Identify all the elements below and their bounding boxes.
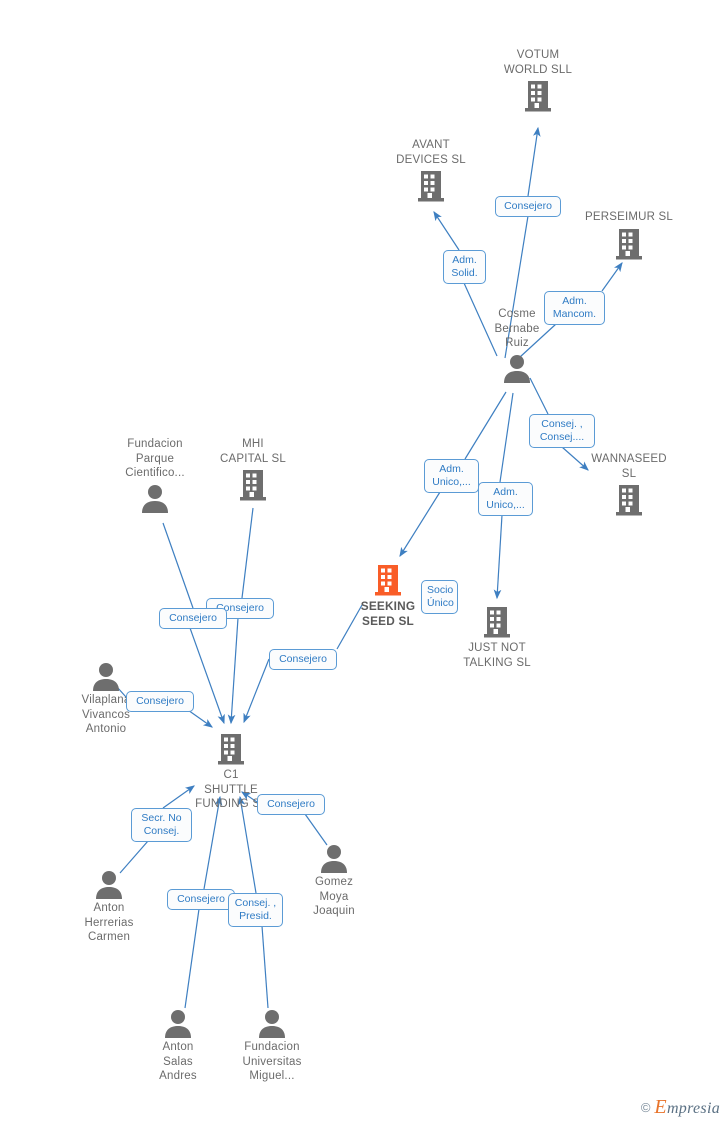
brand-initial: E bbox=[654, 1096, 667, 1118]
node-label: Fundacion Parque Cientifico... bbox=[125, 438, 185, 479]
node-label: VOTUM WORLD SLL bbox=[503, 49, 573, 76]
node-label: Anton Salas Andres bbox=[159, 1041, 197, 1082]
node-label: Gomez Moya Joaquin bbox=[313, 876, 355, 917]
building-icon-highlighted bbox=[374, 563, 402, 597]
person-icon bbox=[163, 1008, 193, 1038]
node-label: Anton Herrerias Carmen bbox=[84, 902, 134, 943]
brand-name: Empresia bbox=[654, 1096, 720, 1119]
edge-badge-consejero-gomez[interactable]: Consejero bbox=[257, 794, 325, 815]
person-icon bbox=[257, 1008, 287, 1038]
edge-badge-consejero-votum[interactable]: Consejero bbox=[495, 196, 561, 217]
person-icon bbox=[94, 869, 124, 899]
building-icon bbox=[239, 468, 267, 502]
node-person-gomez-moya-joaquin[interactable]: Gomez Moya Joaquin bbox=[274, 843, 394, 919]
building-icon bbox=[217, 732, 245, 766]
node-company-votum[interactable]: VOTUM WORLD SLL bbox=[478, 48, 598, 113]
edge-badge-adm-unico-justnot[interactable]: Adm. Unico,... bbox=[478, 482, 533, 516]
node-label: MHI CAPITAL SL bbox=[220, 438, 286, 465]
edge-badge-adm-unico-seeking[interactable]: Adm. Unico,... bbox=[424, 459, 479, 493]
node-label: SEEKING SEED SL bbox=[360, 599, 416, 628]
brand-rest: mpresia bbox=[666, 1100, 720, 1117]
edge-badge-consejero-vilaplana[interactable]: Consejero bbox=[126, 691, 194, 712]
node-label: AVANT DEVICES SL bbox=[396, 139, 466, 166]
node-label: WANNASEED SL bbox=[591, 453, 667, 480]
node-label: JUST NOT TALKING SL bbox=[463, 642, 531, 669]
edge-badge-consej-consej[interactable]: Consej. , Consej.... bbox=[529, 414, 595, 448]
copyright-icon: © bbox=[640, 1100, 651, 1115]
person-icon bbox=[502, 353, 532, 383]
node-company-perseimur[interactable]: PERSEIMUR SL bbox=[569, 210, 689, 261]
node-company-mhi-capital[interactable]: MHI CAPITAL SL bbox=[193, 437, 313, 502]
person-icon bbox=[140, 483, 170, 513]
edge-badge-consejero-fundacion-parque[interactable]: Consejero bbox=[159, 608, 227, 629]
edge-badge-consejero-seeking-seed[interactable]: Consejero bbox=[269, 649, 337, 670]
building-icon bbox=[615, 483, 643, 517]
node-label: Fundacion Universitas Miguel... bbox=[242, 1041, 302, 1082]
person-icon bbox=[91, 661, 121, 691]
edge-badge-consejero-anton-salas[interactable]: Consejero bbox=[167, 889, 235, 910]
edge-badge-adm-mancom[interactable]: Adm. Mancom. bbox=[544, 291, 605, 325]
node-label: PERSEIMUR SL bbox=[584, 211, 674, 223]
watermark-empresia: © Empresia bbox=[641, 1096, 720, 1119]
edge-badge-adm-solid[interactable]: Adm. Solid. bbox=[443, 250, 486, 284]
node-label: Vilaplana Vivancos Antonio bbox=[81, 694, 131, 735]
edge-badge-consej-presid[interactable]: Consej. , Presid. bbox=[228, 893, 283, 927]
relationship-graph: VOTUM WORLD SLL AVANT DEVICES SL PERSEIM… bbox=[0, 0, 728, 1125]
edge-badge-secr-no-consej[interactable]: Secr. No Consej. bbox=[131, 808, 192, 842]
node-label: Cosme Bernabe Ruiz bbox=[494, 308, 540, 349]
node-company-wannaseed[interactable]: WANNASEED SL bbox=[569, 452, 689, 517]
building-icon bbox=[615, 227, 643, 261]
node-person-fundacion-universitas-miguel[interactable]: Fundacion Universitas Miguel... bbox=[212, 1008, 332, 1084]
building-icon bbox=[417, 169, 445, 203]
node-person-anton-herrerias-carmen[interactable]: Anton Herrerias Carmen bbox=[49, 869, 169, 945]
person-icon bbox=[319, 843, 349, 873]
node-company-just-not-talking[interactable]: JUST NOT TALKING SL bbox=[437, 605, 557, 670]
node-company-avant[interactable]: AVANT DEVICES SL bbox=[371, 138, 491, 203]
edge-badge-socio-unico[interactable]: Socio Único bbox=[421, 580, 458, 614]
building-icon bbox=[524, 79, 552, 113]
building-icon bbox=[483, 605, 511, 639]
